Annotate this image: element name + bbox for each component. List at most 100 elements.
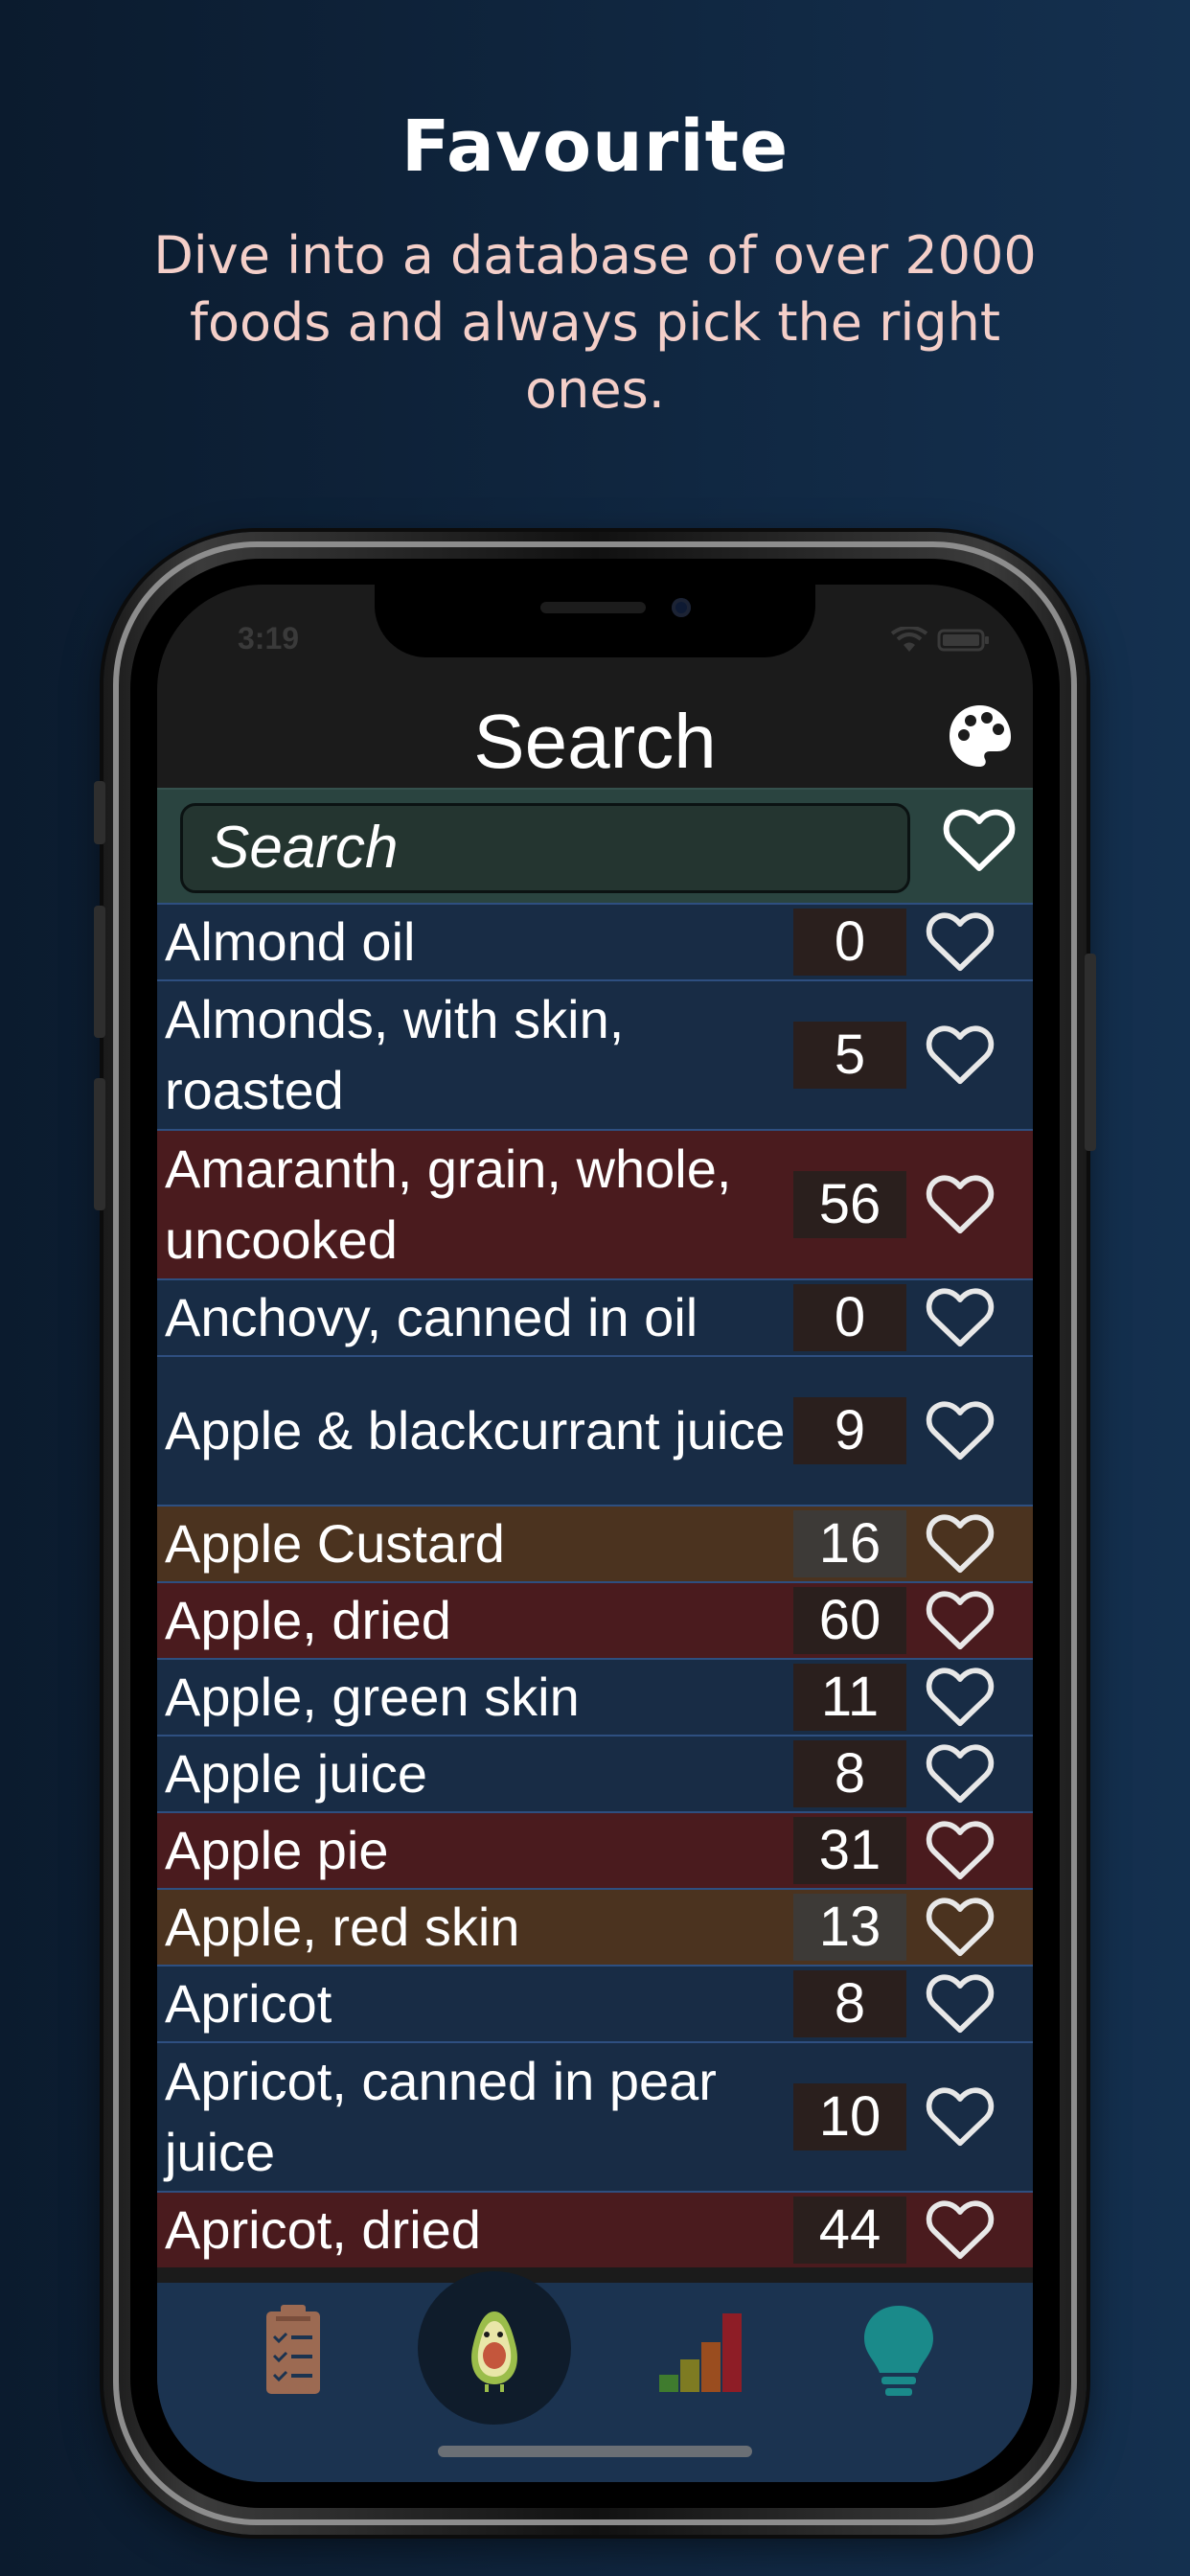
food-row[interactable]: Apricot, canned in pear juice 10 [157,2041,1033,2191]
phone-volume-up [94,906,105,1038]
favourite-toggle-button[interactable] [906,2198,1014,2262]
heart-outline-icon [926,1514,995,1574]
favourite-toggle-button[interactable] [906,1024,1014,1087]
favourite-toggle-button[interactable] [906,1399,1014,1462]
heart-outline-icon [926,1898,995,1957]
food-value: 31 [793,1817,906,1884]
food-value: 60 [793,1587,906,1654]
food-name: Amaranth, grain, whole, uncooked [165,1138,732,1270]
heart-outline-icon [926,1288,995,1347]
food-value: 11 [793,1664,906,1731]
tab-tips[interactable] [841,2300,956,2405]
food-name: Anchovy, canned in oil [165,1287,698,1347]
food-value: 10 [793,2083,906,2150]
food-name: Apple pie [165,1820,389,1880]
search-input[interactable]: Search [180,803,910,893]
food-name: Almonds, with skin, roasted [165,989,625,1120]
favourite-toggle-button[interactable] [906,1666,1014,1729]
food-row[interactable]: Apple, green skin 11 [157,1658,1033,1735]
food-row[interactable]: Apple Custard 16 [157,1505,1033,1581]
food-list: Almond oil 0 Almonds, with skin, roasted 5 A… [157,903,1033,2267]
phone-volume-down [94,1078,105,1210]
search-bar: Search [157,788,1033,903]
heart-outline-icon [926,1974,995,2034]
notch [375,585,815,657]
food-name: Apple Custard [165,1513,505,1574]
food-value: 0 [793,908,906,976]
food-value: 44 [793,2196,906,2264]
favourite-toggle-button[interactable] [906,910,1014,974]
food-row[interactable]: Anchovy, canned in oil 0 [157,1278,1033,1355]
speaker [540,602,646,613]
page-title: Search [473,699,717,784]
status-icons [890,623,991,655]
favourite-toggle-button[interactable] [906,1896,1014,1959]
heart-outline-icon [926,1744,995,1804]
food-name: Apple, red skin [165,1897,520,1957]
favourite-toggle-button[interactable] [906,1512,1014,1576]
clipboard-icon [266,2305,320,2394]
food-row[interactable]: Apple, red skin 13 [157,1888,1033,1965]
wifi-icon [890,625,928,652]
food-name: Apple, green skin [165,1667,580,1727]
avocado-icon [471,2312,517,2392]
favourite-toggle-button[interactable] [906,1589,1014,1652]
food-name: Almond oil [165,911,416,972]
food-value: 8 [793,1740,906,1807]
food-value: 13 [793,1894,906,1961]
food-value: 16 [793,1510,906,1577]
heart-outline-icon [926,1668,995,1727]
food-value: 9 [793,1397,906,1464]
tab-statistics[interactable] [646,2300,761,2405]
favourite-toggle-button[interactable] [906,1742,1014,1806]
tab-diary[interactable] [236,2300,351,2405]
favourite-toggle-button[interactable] [906,1819,1014,1882]
bar-chart-icon [659,2313,742,2392]
heart-outline-icon [926,1401,995,1460]
front-camera [672,598,691,617]
favourite-toggle-button[interactable] [906,1972,1014,2036]
tab-search[interactable] [437,2300,552,2405]
food-row[interactable]: Almond oil 0 [157,903,1033,979]
phone-power-button [1085,954,1096,1151]
food-row[interactable]: Apple & blackcurrant juice 9 [157,1355,1033,1505]
hero-title: Favourite [400,105,790,188]
home-indicator [438,2446,752,2457]
food-value: 5 [793,1022,906,1089]
heart-outline-icon [926,2200,995,2260]
heart-outline-icon [926,1591,995,1650]
food-row[interactable]: Almonds, with skin, roasted 5 [157,979,1033,1129]
hero-subtitle: Dive into a database of over 2000 foods … [153,225,1037,420]
heart-outline-icon [926,2087,995,2147]
food-name: Apricot, dried [165,2199,481,2260]
app-screen: 3:19 Search Search Almond oil 0 Almonds,… [157,585,1033,2482]
palette-icon [950,705,1011,767]
heart-outline-icon [926,1821,995,1880]
heart-outline-icon [926,912,995,972]
food-value: 56 [793,1171,906,1238]
food-row[interactable]: Apple, dried 60 [157,1581,1033,1658]
favourite-toggle-button[interactable] [906,1286,1014,1349]
food-row[interactable]: Apple juice 8 [157,1735,1033,1811]
food-row[interactable]: Apricot 8 [157,1965,1033,2041]
favourites-filter-button[interactable] [943,807,1016,880]
food-name: Apple juice [165,1743,427,1804]
food-value: 0 [793,1284,906,1351]
palette-button[interactable] [947,702,1014,770]
status-time: 3:19 [238,621,300,656]
food-name: Apricot [165,1973,332,2034]
lightbulb-icon [864,2306,933,2396]
heart-outline-icon [943,809,1016,871]
food-row[interactable]: Apple pie 31 [157,1811,1033,1888]
favourite-toggle-button[interactable] [906,2085,1014,2149]
phone-silent-switch [94,781,105,844]
food-name: Apricot, canned in pear juice [165,2051,717,2182]
food-name: Apple & blackcurrant juice [165,1400,786,1460]
heart-outline-icon [926,1175,995,1234]
battery-icon [937,629,989,652]
favourite-toggle-button[interactable] [906,1173,1014,1236]
heart-outline-icon [926,1025,995,1085]
food-value: 8 [793,1970,906,2037]
food-row[interactable]: Amaranth, grain, whole, uncooked 56 [157,1129,1033,1278]
food-row[interactable]: Apricot, dried 44 [157,2191,1033,2267]
